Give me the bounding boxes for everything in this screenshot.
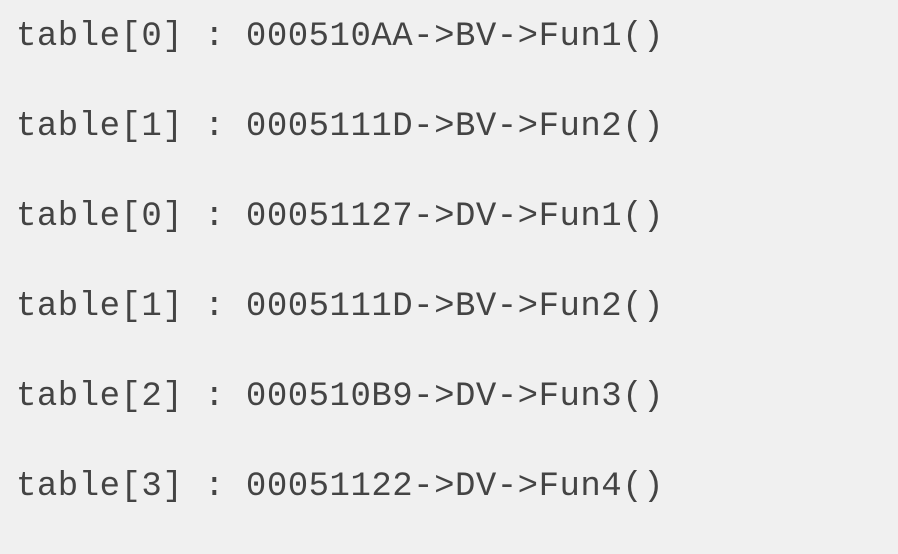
code-line: table[1] : 0005111D->BV->Fun2() xyxy=(16,288,882,326)
code-line: table[0] : 000510AA->BV->Fun1() xyxy=(16,18,882,56)
code-line: table[0] : 00051127->DV->Fun1() xyxy=(16,198,882,236)
code-line: table[1] : 0005111D->BV->Fun2() xyxy=(16,108,882,146)
code-line: table[2] : 000510B9->DV->Fun3() xyxy=(16,378,882,416)
code-line: table[3] : 00051122->DV->Fun4() xyxy=(16,468,882,506)
